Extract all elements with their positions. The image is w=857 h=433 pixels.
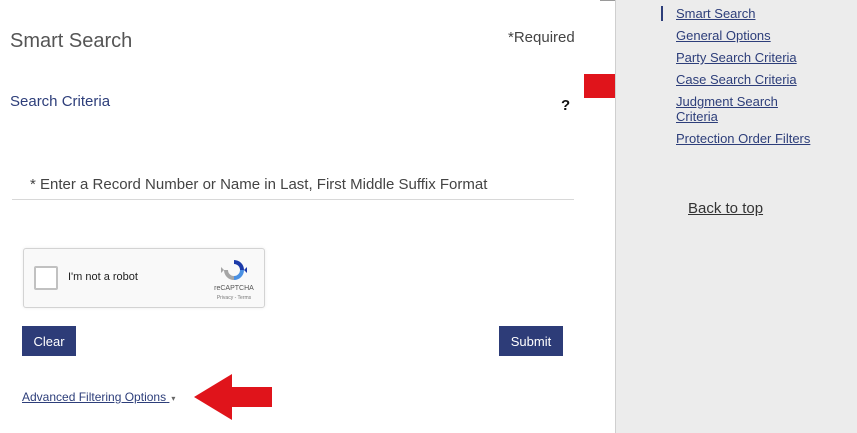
sidebar-item-party-search-criteria[interactable]: Party Search Criteria [676, 50, 851, 65]
back-to-top-link[interactable]: Back to top [688, 200, 763, 217]
sidebar-item-judgment-search-criteria[interactable]: Judgment Search Criteria [676, 94, 796, 124]
sidebar-item-case-search-criteria[interactable]: Case Search Criteria [676, 72, 851, 87]
search-criteria-heading: Search Criteria [10, 93, 111, 110]
sidebar-nav: Smart Search General Options Party Searc… [661, 6, 851, 153]
recaptcha-checkbox[interactable] [34, 266, 58, 290]
advanced-filtering-label: Advanced Filtering Options [22, 390, 167, 404]
search-input[interactable] [12, 170, 574, 200]
sidebar: Smart Search General Options Party Searc… [615, 0, 857, 433]
page-title: Smart Search [10, 30, 133, 52]
red-arrow-icon [194, 374, 272, 420]
recaptcha-widget: I'm not a robot reCAPTCHA Privacy - Term… [23, 248, 265, 308]
sidebar-item-smart-search[interactable]: Smart Search [661, 6, 851, 21]
sidebar-item-general-options[interactable]: General Options [676, 28, 851, 43]
help-icon[interactable]: ? [561, 97, 570, 114]
main-content: Smart Search *Required Search Criteria ?… [0, 0, 600, 433]
advanced-filtering-link[interactable]: Advanced Filtering Options ▾ [22, 390, 175, 404]
submit-button[interactable]: Submit [499, 326, 563, 356]
recaptcha-label: I'm not a robot [68, 271, 138, 283]
sidebar-item-protection-order-filters[interactable]: Protection Order Filters [676, 131, 851, 146]
caret-down-icon: ▾ [171, 394, 176, 403]
recaptcha-brand: reCAPTCHA [214, 285, 254, 292]
required-note: *Required [508, 29, 575, 46]
recaptcha-links[interactable]: Privacy - Terms [208, 295, 260, 301]
clear-button[interactable]: Clear [22, 326, 76, 356]
recaptcha-logo-icon [221, 260, 247, 280]
